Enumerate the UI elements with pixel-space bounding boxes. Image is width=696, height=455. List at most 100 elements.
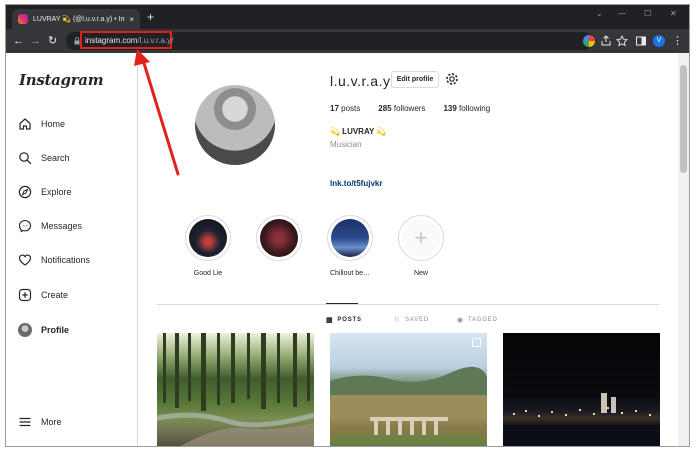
close-tab-icon[interactable]: × xyxy=(129,15,134,24)
sidebar-item-explore[interactable]: Explore xyxy=(18,183,72,201)
sidebar-item-label: Notifications xyxy=(41,255,91,265)
profile-username: l.u.v.r.a.y xyxy=(330,73,391,89)
google-icon[interactable] xyxy=(583,35,595,47)
following-count: 139 xyxy=(443,104,457,113)
grid-icon: ▦ xyxy=(326,317,334,324)
url-highlight-box[interactable]: instagram.com/l.u.v.r.a.y/ xyxy=(80,31,174,49)
close-window-icon[interactable]: ✕ xyxy=(670,9,677,18)
sidebar-item-notifications[interactable]: Notifications xyxy=(18,251,90,269)
sidebar-item-label: Explore xyxy=(41,187,72,197)
sidebar-item-label: More xyxy=(41,417,62,427)
sidebar-item-home[interactable]: Home xyxy=(18,115,65,133)
instagram-logo[interactable]: Instagram xyxy=(19,71,104,89)
following-stat[interactable]: 139 following xyxy=(443,104,490,113)
forest-photo xyxy=(157,333,314,446)
sidebar-item-messages[interactable]: Messages xyxy=(18,217,82,235)
page-scrollbar[interactable] xyxy=(678,53,689,446)
home-icon xyxy=(19,118,31,130)
post-thumbnail-night-city[interactable] xyxy=(503,333,660,446)
browser-window: LUVRAY 💫 (@l.u.v.r.a.y) • Insta… × + ⌄ —… xyxy=(5,4,690,447)
url-path: /l.u.v.r.a.y/ xyxy=(137,35,174,45)
profile-picture[interactable] xyxy=(195,85,275,165)
chevron-down-icon[interactable]: ⌄ xyxy=(596,9,603,18)
plus-square-icon xyxy=(18,288,32,302)
heart-icon xyxy=(18,254,32,266)
carousel-icon xyxy=(472,338,481,347)
highlight-cover xyxy=(331,219,369,257)
profile-category: Musician xyxy=(330,140,362,149)
tab-saved[interactable]: ⚐ SAVED xyxy=(394,316,429,324)
highlight-ring xyxy=(185,215,231,261)
browser-profile-avatar[interactable]: V xyxy=(653,35,665,47)
followers-stat[interactable]: 285 followers xyxy=(378,104,425,113)
tabs-divider xyxy=(157,304,659,305)
compass-icon xyxy=(18,185,32,199)
browser-tab[interactable]: LUVRAY 💫 (@l.u.v.r.a.y) • Insta… × xyxy=(12,9,140,29)
post-thumbnail-forest[interactable] xyxy=(157,333,314,446)
maximize-icon[interactable]: ☐ xyxy=(644,9,651,18)
search-icon xyxy=(19,152,32,165)
scrollbar-thumb[interactable] xyxy=(680,65,687,173)
new-tab-button[interactable]: + xyxy=(147,10,154,24)
edit-profile-button[interactable]: Edit profile xyxy=(391,71,439,88)
profile-main: l.u.v.r.a.y Edit profile 17 posts 285 fo… xyxy=(138,53,678,446)
menu-icon[interactable]: ⋮ xyxy=(672,34,683,48)
reload-icon[interactable]: ↻ xyxy=(48,34,57,48)
highlight-cover xyxy=(260,219,298,257)
back-icon[interactable]: ← xyxy=(13,34,24,48)
night-city-photo xyxy=(503,393,660,446)
post-thumbnail-bridge[interactable] xyxy=(330,333,487,446)
sidebar-item-more[interactable]: More xyxy=(18,413,62,431)
story-highlight[interactable] xyxy=(249,215,309,270)
story-highlight[interactable]: Chillout be… xyxy=(320,215,380,277)
profile-stats: 17 posts 285 followers 139 following xyxy=(330,104,508,113)
highlight-cover xyxy=(189,219,227,257)
tab-posts[interactable]: ▦ POSTS xyxy=(326,316,362,324)
hamburger-menu-icon xyxy=(19,417,31,427)
story-highlight[interactable]: Good Lie xyxy=(178,215,238,277)
minimize-icon[interactable]: — xyxy=(618,9,626,18)
valley-bridge-photo xyxy=(330,366,487,435)
messenger-icon xyxy=(18,219,32,233)
posts-label: posts xyxy=(341,104,361,113)
tab-tagged[interactable]: ◉ TAGGED xyxy=(457,316,498,324)
instagram-favicon-icon xyxy=(18,14,28,24)
bio-link[interactable]: lnk.to/t5fujvkr xyxy=(330,179,382,188)
sidebar-item-profile[interactable]: Profile xyxy=(18,321,69,339)
forward-icon[interactable]: → xyxy=(30,34,41,48)
share-icon[interactable] xyxy=(600,35,612,47)
highlight-label: Chillout be… xyxy=(329,270,371,277)
highlight-label: New xyxy=(413,270,428,277)
tab-label: TAGGED xyxy=(467,317,498,323)
sidebar-item-label: Create xyxy=(41,290,69,300)
bookmark-icon: ⚐ xyxy=(394,317,402,324)
plus-icon: + xyxy=(402,219,440,257)
posts-stat: 17 posts xyxy=(330,104,360,113)
highlight-label: Good Lie xyxy=(193,270,223,277)
url-host: instagram.com xyxy=(85,35,138,45)
address-bar[interactable]: instagram.com/l.u.v.r.a.y/ xyxy=(66,31,593,50)
following-label: following xyxy=(459,104,491,113)
profile-avatar xyxy=(18,323,32,337)
sidebar-item-label: Messages xyxy=(41,221,83,231)
sidebar-item-label: Profile xyxy=(41,325,70,335)
tab-label: SAVED xyxy=(405,317,429,323)
highlight-ring xyxy=(256,215,302,261)
profile-full-name: 💫 LUVRAY 💫 xyxy=(330,127,387,136)
sidebar-item-search[interactable]: Search xyxy=(18,149,70,167)
sidebar-item-label: Home xyxy=(41,119,66,129)
highlight-ring: + xyxy=(398,215,444,261)
gear-icon[interactable] xyxy=(445,72,459,86)
active-tab-indicator xyxy=(326,303,358,304)
bookmark-star-icon[interactable] xyxy=(616,35,628,47)
tab-label: POSTS xyxy=(337,317,362,323)
instagram-sidebar: Instagram Home Search Explore Messages N… xyxy=(6,53,138,446)
browser-toolbar: ← → ↻ instagram.com/l.u.v.r.a.y/ V ⋮ xyxy=(6,29,689,53)
side-panel-icon[interactable] xyxy=(635,35,647,47)
followers-count: 285 xyxy=(378,104,392,113)
sidebar-item-create[interactable]: Create xyxy=(18,286,68,304)
sidebar-item-label: Search xyxy=(41,153,70,163)
followers-label: followers xyxy=(393,104,426,113)
new-highlight[interactable]: + New xyxy=(391,215,451,277)
tag-user-icon: ◉ xyxy=(457,317,464,324)
